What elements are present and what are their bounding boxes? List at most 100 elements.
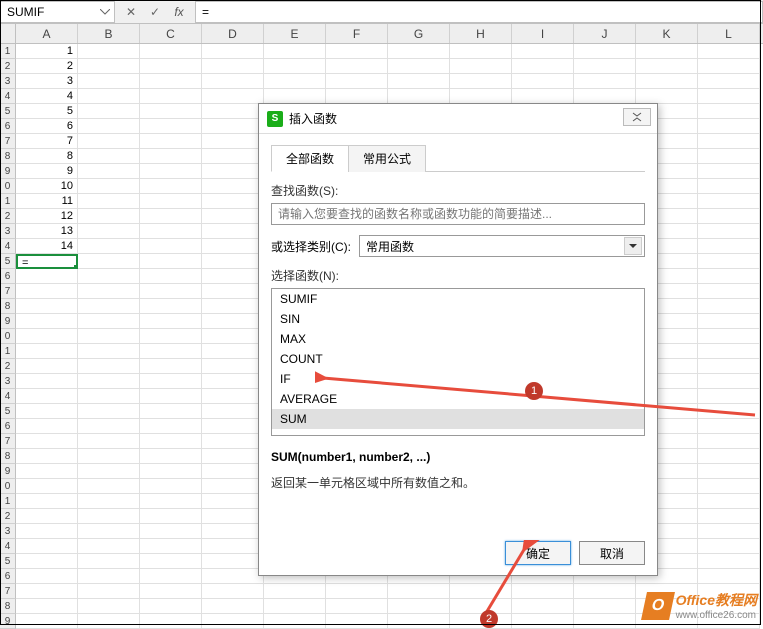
cell[interactable] — [698, 119, 760, 134]
fx-icon[interactable]: fx — [171, 4, 187, 20]
cell[interactable] — [78, 164, 140, 179]
cell[interactable] — [16, 494, 78, 509]
cell[interactable] — [698, 464, 760, 479]
cell[interactable] — [16, 479, 78, 494]
cell[interactable] — [698, 194, 760, 209]
cell[interactable] — [78, 509, 140, 524]
row-header[interactable]: 8 — [0, 599, 16, 614]
cell[interactable] — [78, 149, 140, 164]
cell[interactable] — [16, 314, 78, 329]
cell[interactable] — [698, 44, 760, 59]
row-header[interactable]: 0 — [0, 479, 16, 494]
cell[interactable] — [698, 104, 760, 119]
cell[interactable] — [264, 584, 326, 599]
function-item[interactable]: MAX — [272, 329, 644, 349]
cell[interactable] — [16, 374, 78, 389]
cell[interactable] — [264, 599, 326, 614]
chevron-down-icon[interactable] — [624, 237, 642, 255]
cell[interactable] — [16, 344, 78, 359]
col-header-g[interactable]: G — [388, 24, 450, 43]
dialog-titlebar[interactable]: S 插入函数 — [259, 104, 657, 134]
cell[interactable] — [140, 524, 202, 539]
cell[interactable] — [698, 269, 760, 284]
cell[interactable] — [78, 59, 140, 74]
cell[interactable] — [140, 509, 202, 524]
cell[interactable] — [698, 254, 760, 269]
row-header[interactable]: 4 — [0, 239, 16, 254]
cell[interactable] — [202, 449, 264, 464]
formula-input[interactable]: = — [195, 1, 763, 23]
cell[interactable] — [450, 584, 512, 599]
cell[interactable] — [202, 239, 264, 254]
cell[interactable] — [140, 404, 202, 419]
cell[interactable] — [78, 299, 140, 314]
cell[interactable] — [202, 209, 264, 224]
cell[interactable] — [512, 44, 574, 59]
cell[interactable] — [140, 374, 202, 389]
cell[interactable] — [140, 149, 202, 164]
cell[interactable] — [202, 359, 264, 374]
cell[interactable] — [202, 299, 264, 314]
cell[interactable] — [78, 434, 140, 449]
cell[interactable] — [16, 539, 78, 554]
cell[interactable] — [78, 179, 140, 194]
cell[interactable]: 9 — [16, 164, 78, 179]
cell[interactable] — [140, 389, 202, 404]
cell[interactable] — [78, 584, 140, 599]
cell[interactable] — [388, 59, 450, 74]
cell[interactable] — [202, 134, 264, 149]
cell[interactable] — [202, 509, 264, 524]
cell[interactable] — [16, 404, 78, 419]
cell[interactable] — [698, 224, 760, 239]
row-header[interactable]: 0 — [0, 179, 16, 194]
cell[interactable] — [78, 404, 140, 419]
cell[interactable] — [698, 134, 760, 149]
cell[interactable] — [512, 599, 574, 614]
cell[interactable] — [78, 389, 140, 404]
cell[interactable] — [16, 359, 78, 374]
cell[interactable] — [698, 239, 760, 254]
chevron-down-icon[interactable] — [98, 5, 112, 19]
cell[interactable] — [202, 104, 264, 119]
cell[interactable] — [698, 539, 760, 554]
active-cell[interactable]: = — [16, 254, 78, 269]
cell[interactable] — [698, 359, 760, 374]
cell[interactable] — [698, 149, 760, 164]
row-header[interactable]: 3 — [0, 74, 16, 89]
cell[interactable] — [140, 449, 202, 464]
cell[interactable]: 8 — [16, 149, 78, 164]
cell[interactable] — [388, 599, 450, 614]
cell[interactable]: 4 — [16, 89, 78, 104]
cell[interactable] — [636, 74, 698, 89]
cell[interactable] — [140, 89, 202, 104]
cell[interactable] — [16, 569, 78, 584]
col-header-i[interactable]: I — [512, 24, 574, 43]
confirm-formula-icon[interactable]: ✓ — [147, 4, 163, 20]
row-header[interactable]: 5 — [0, 404, 16, 419]
cell[interactable] — [388, 44, 450, 59]
cell[interactable]: 7 — [16, 134, 78, 149]
col-header-b[interactable]: B — [78, 24, 140, 43]
cell[interactable] — [78, 449, 140, 464]
cell[interactable]: 11 — [16, 194, 78, 209]
cell[interactable] — [78, 89, 140, 104]
cell[interactable] — [698, 344, 760, 359]
tab-all-functions[interactable]: 全部函数 — [271, 145, 349, 172]
close-icon[interactable] — [623, 108, 651, 126]
cell[interactable] — [698, 59, 760, 74]
cell[interactable] — [512, 584, 574, 599]
cell[interactable] — [450, 599, 512, 614]
row-header[interactable]: 3 — [0, 224, 16, 239]
cell[interactable]: 1 — [16, 44, 78, 59]
cell[interactable] — [140, 344, 202, 359]
col-header-e[interactable]: E — [264, 24, 326, 43]
row-header[interactable]: 4 — [0, 539, 16, 554]
col-header-h[interactable]: H — [450, 24, 512, 43]
row-header[interactable]: 2 — [0, 209, 16, 224]
tab-common-formulas[interactable]: 常用公式 — [348, 145, 426, 172]
row-header[interactable]: 6 — [0, 269, 16, 284]
cell[interactable] — [450, 44, 512, 59]
cell[interactable] — [698, 434, 760, 449]
row-header[interactable]: 6 — [0, 569, 16, 584]
cell[interactable] — [78, 254, 140, 269]
